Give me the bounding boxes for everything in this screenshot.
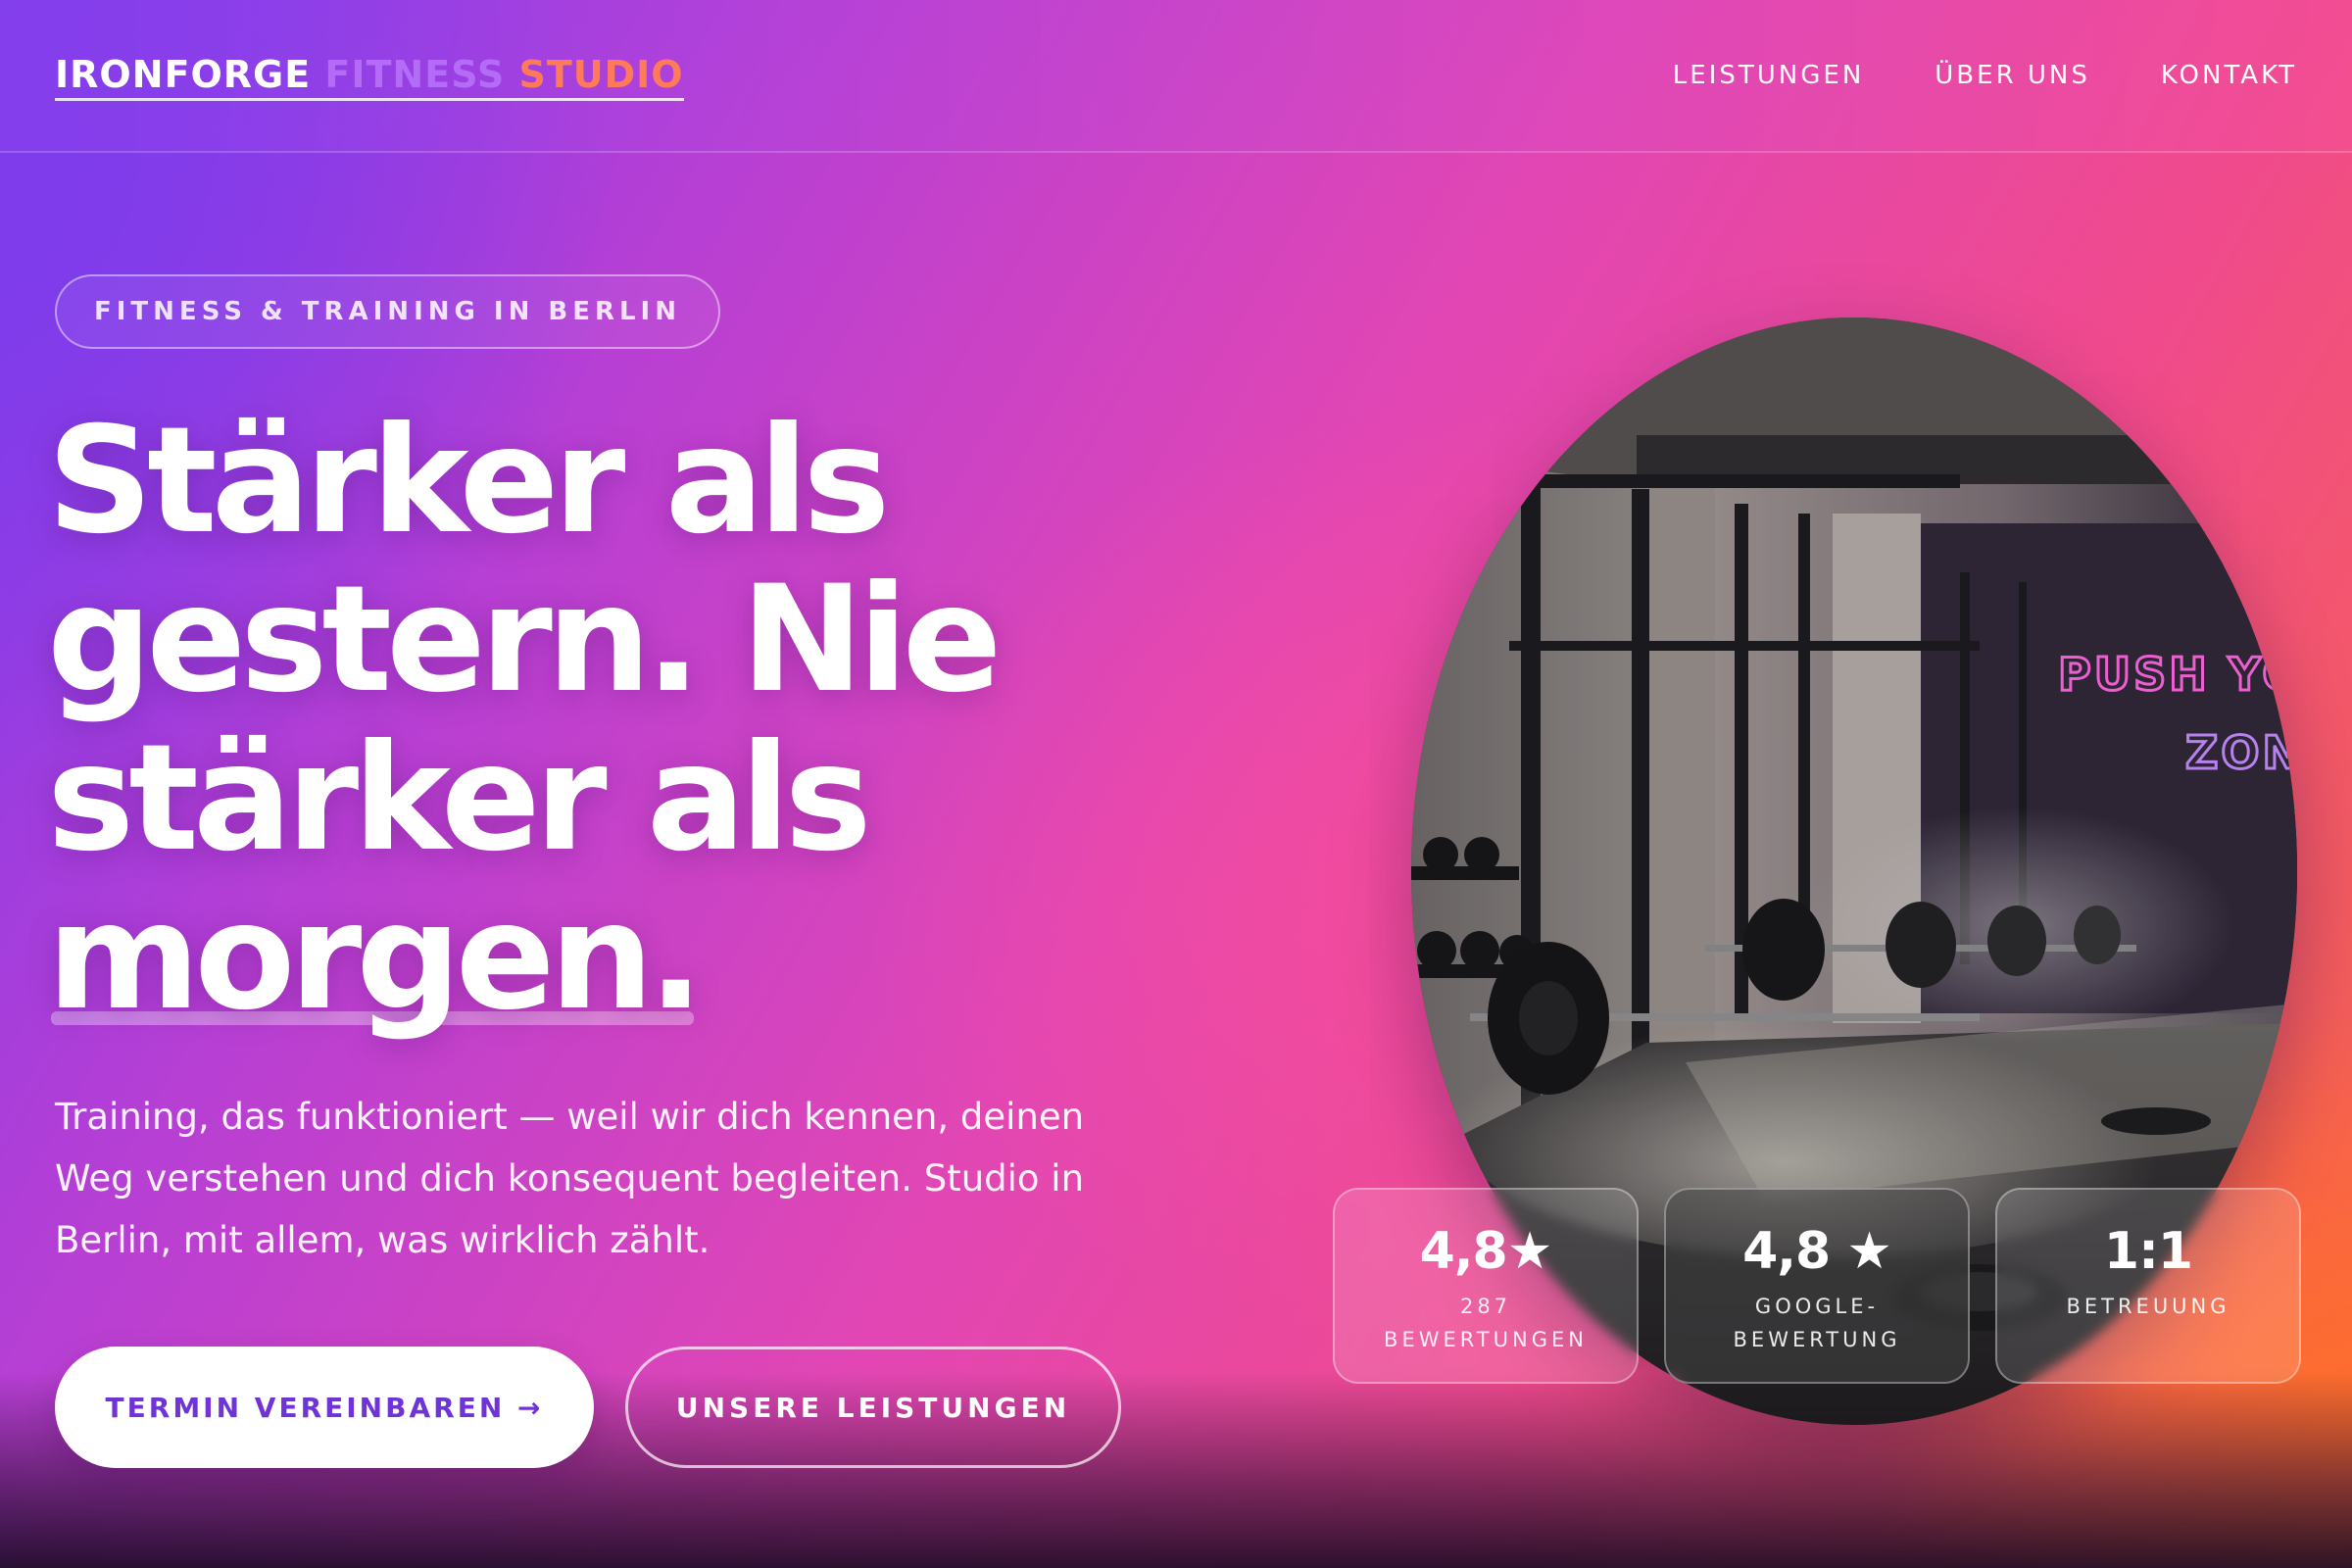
nav-link-ueber-uns[interactable]: ÜBER UNS — [1935, 61, 2090, 90]
headline-accent-word: morgen. — [47, 872, 704, 1043]
hero-lead-text: Training, das funktioniert — weil wir di… — [55, 1096, 1085, 1261]
stat-card-reviews: 4,8★ 287 BEWERTUNGEN — [1333, 1188, 1639, 1384]
book-appointment-button[interactable]: TERMIN VEREINBAREN → — [55, 1347, 594, 1468]
stat-card-coaching: 1:1 BETREUUNG — [1995, 1188, 2301, 1384]
stats-row: 4,8★ 287 BEWERTUNGEN 4,8 ★ GOOGLE-BEWERT… — [1333, 1188, 2301, 1384]
stat-label-google-rating: GOOGLE-BEWERTUNG — [1733, 1295, 1901, 1351]
stat-label-coaching: BETREUUNG — [2066, 1295, 2230, 1318]
stat-value-reviews: 4,8★ — [1419, 1222, 1553, 1281]
headline-line-2: gestern. Nie — [47, 555, 1002, 725]
location-badge: FITNESS & TRAINING IN BERLIN — [55, 274, 720, 349]
logo-studio: STUDIO — [505, 53, 684, 96]
headline-line-3: stärker als — [47, 713, 872, 884]
nav-link-leistungen[interactable]: LEISTUNGEN — [1673, 61, 1864, 90]
logo-fitness: FITNESS — [311, 53, 506, 96]
logo-ironforge: IRONFORGE — [55, 53, 312, 96]
brand-logo[interactable]: IRONFORGE FITNESS STUDIO — [55, 53, 684, 101]
headline-line-1: Stärker als — [47, 396, 891, 566]
stat-card-google-rating: 4,8 ★ GOOGLE-BEWERTUNG — [1664, 1188, 1970, 1384]
stat-value-google-rating: 4,8 ★ — [1742, 1222, 1892, 1281]
hero-headline: Stärker als gestern. Nie stärker als mor… — [47, 402, 1223, 1037]
stat-label-reviews: 287 BEWERTUNGEN — [1384, 1295, 1588, 1351]
top-navigation: IRONFORGE FITNESS STUDIO LEISTUNGEN ÜBER… — [0, 0, 2352, 153]
nav-links: LEISTUNGEN ÜBER UNS KONTAKT — [1673, 61, 2297, 90]
nav-link-kontakt[interactable]: KONTAKT — [2161, 61, 2297, 90]
stat-value-coaching: 1:1 — [2103, 1222, 2193, 1281]
services-button[interactable]: UNSERE LEISTUNGEN — [625, 1347, 1121, 1468]
